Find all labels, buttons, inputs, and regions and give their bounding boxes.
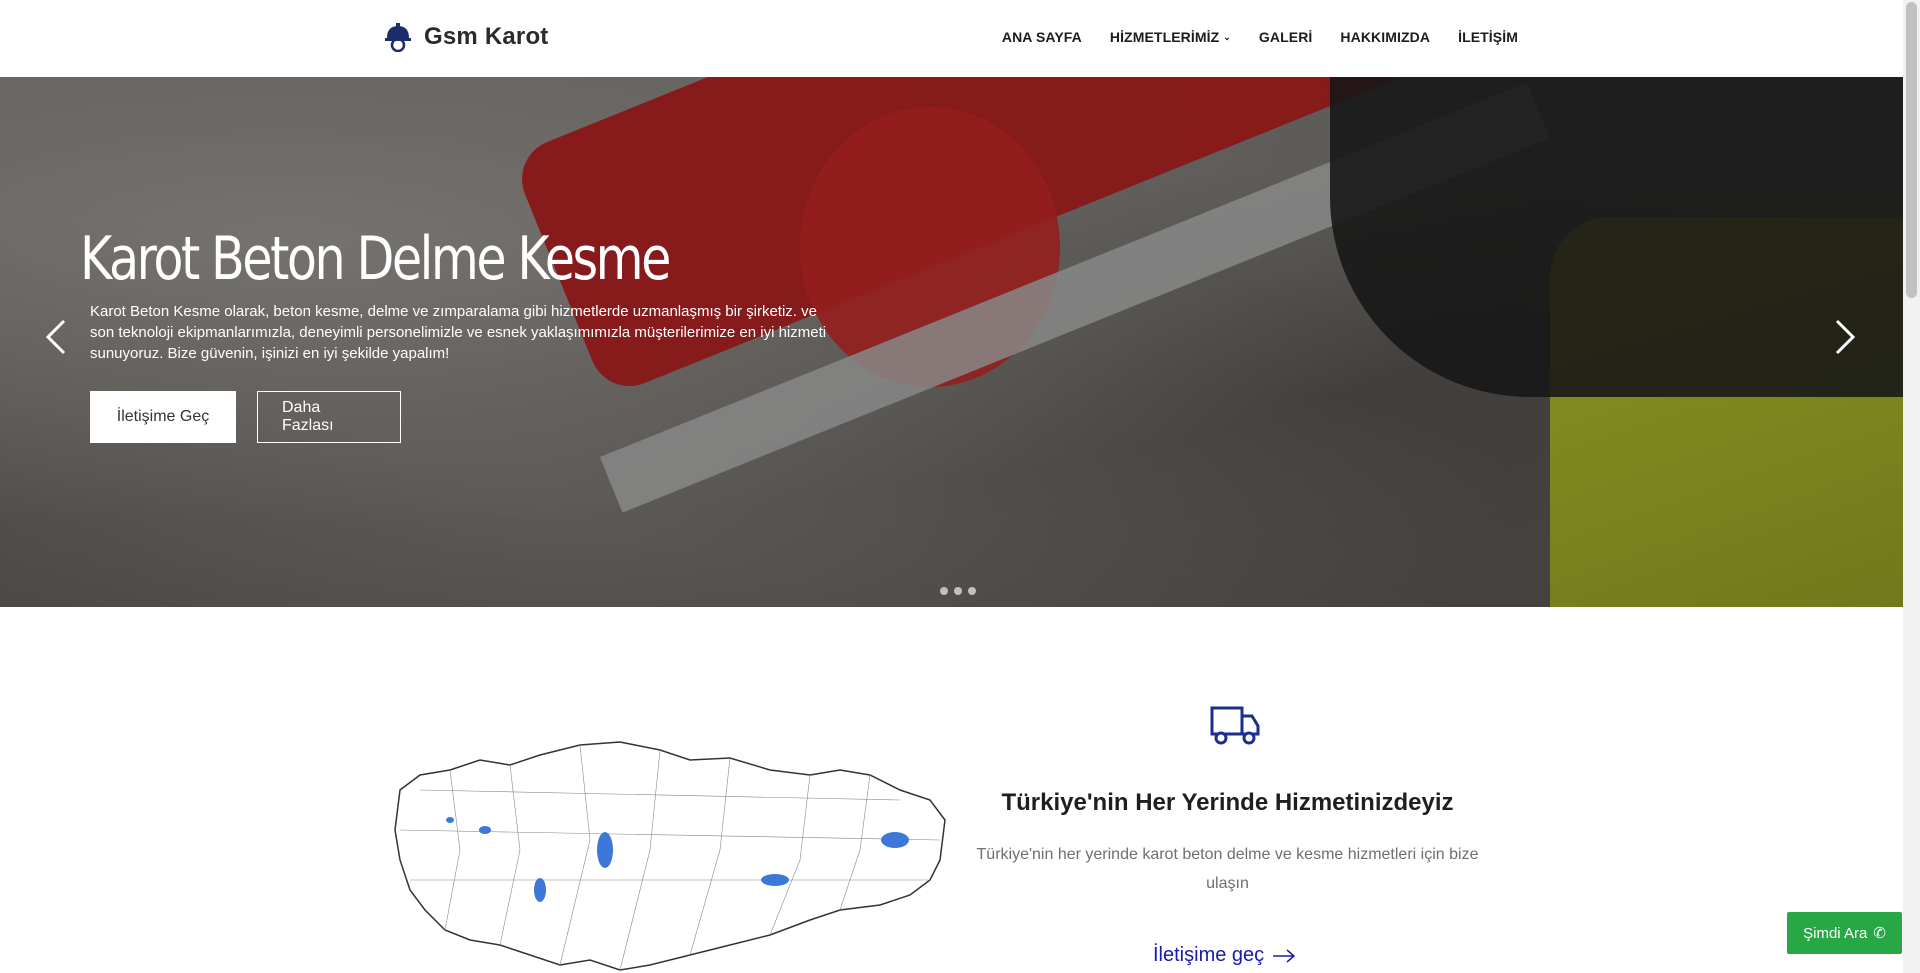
chevron-down-icon: ⌄ [1223,31,1231,42]
slide-dot-1[interactable] [940,587,948,595]
arrow-left-icon[interactable] [42,317,72,357]
truck-icon [1210,706,1260,745]
call-now-label: Şimdi Ara [1803,924,1868,942]
page-scrollbar[interactable] [1903,0,1920,973]
main-nav: ANA SAYFA HİZMETLERİMİZ ⌄ GALERİ HAKKIMIZ… [1002,29,1518,45]
nav-contact[interactable]: İLETİŞİM [1458,29,1518,45]
scrollbar-thumb[interactable] [1906,2,1917,298]
contact-link[interactable]: İletişime geç [1153,944,1296,967]
nav-services-label: HİZMETLERİMİZ [1109,29,1220,45]
hero-title: Karot Beton Delme Kesme [80,224,671,294]
helmet-logo-icon [385,23,411,52]
phone-icon: ✆ [1873,925,1886,942]
slide-dot-2[interactable] [954,587,962,595]
arrow-right-icon[interactable] [1829,317,1859,357]
more-button[interactable]: Daha Fazlası [257,391,401,443]
section-description: Türkiye'nin her yerinde karot beton delm… [976,846,1479,892]
contact-link-label: İletişime geç [1153,944,1265,966]
section-title: Türkiye'nin Her Yerinde Hizmetinizdeyiz [1001,789,1454,816]
site-header: Gsm Karot ANA SAYFA HİZMETLERİMİZ ⌄ GALER… [0,0,1903,77]
contact-button[interactable]: İletişime Geç [90,391,236,443]
nav-home[interactable]: ANA SAYFA [1002,29,1082,45]
turkey-map [394,741,946,971]
brand-name: Gsm Karot [424,23,549,50]
slider-indicators [940,587,976,595]
hero-description: Karot Beton Kesme olarak, beton kesme, d… [90,303,827,362]
nav-services[interactable]: HİZMETLERİMİZ ⌄ [1110,29,1231,45]
arrow-right-link-icon [1273,948,1296,963]
brand[interactable]: Gsm Karot [384,22,549,52]
call-now-button[interactable]: Şimdi Ara ✆ [1787,912,1902,954]
hero-slider: Karot Beton Delme Kesme Karot Beton Kesm… [0,77,1903,607]
nav-about[interactable]: HAKKIMIZDA [1340,29,1430,45]
nav-gallery[interactable]: GALERİ [1259,29,1313,45]
slide-dot-3[interactable] [968,587,976,595]
